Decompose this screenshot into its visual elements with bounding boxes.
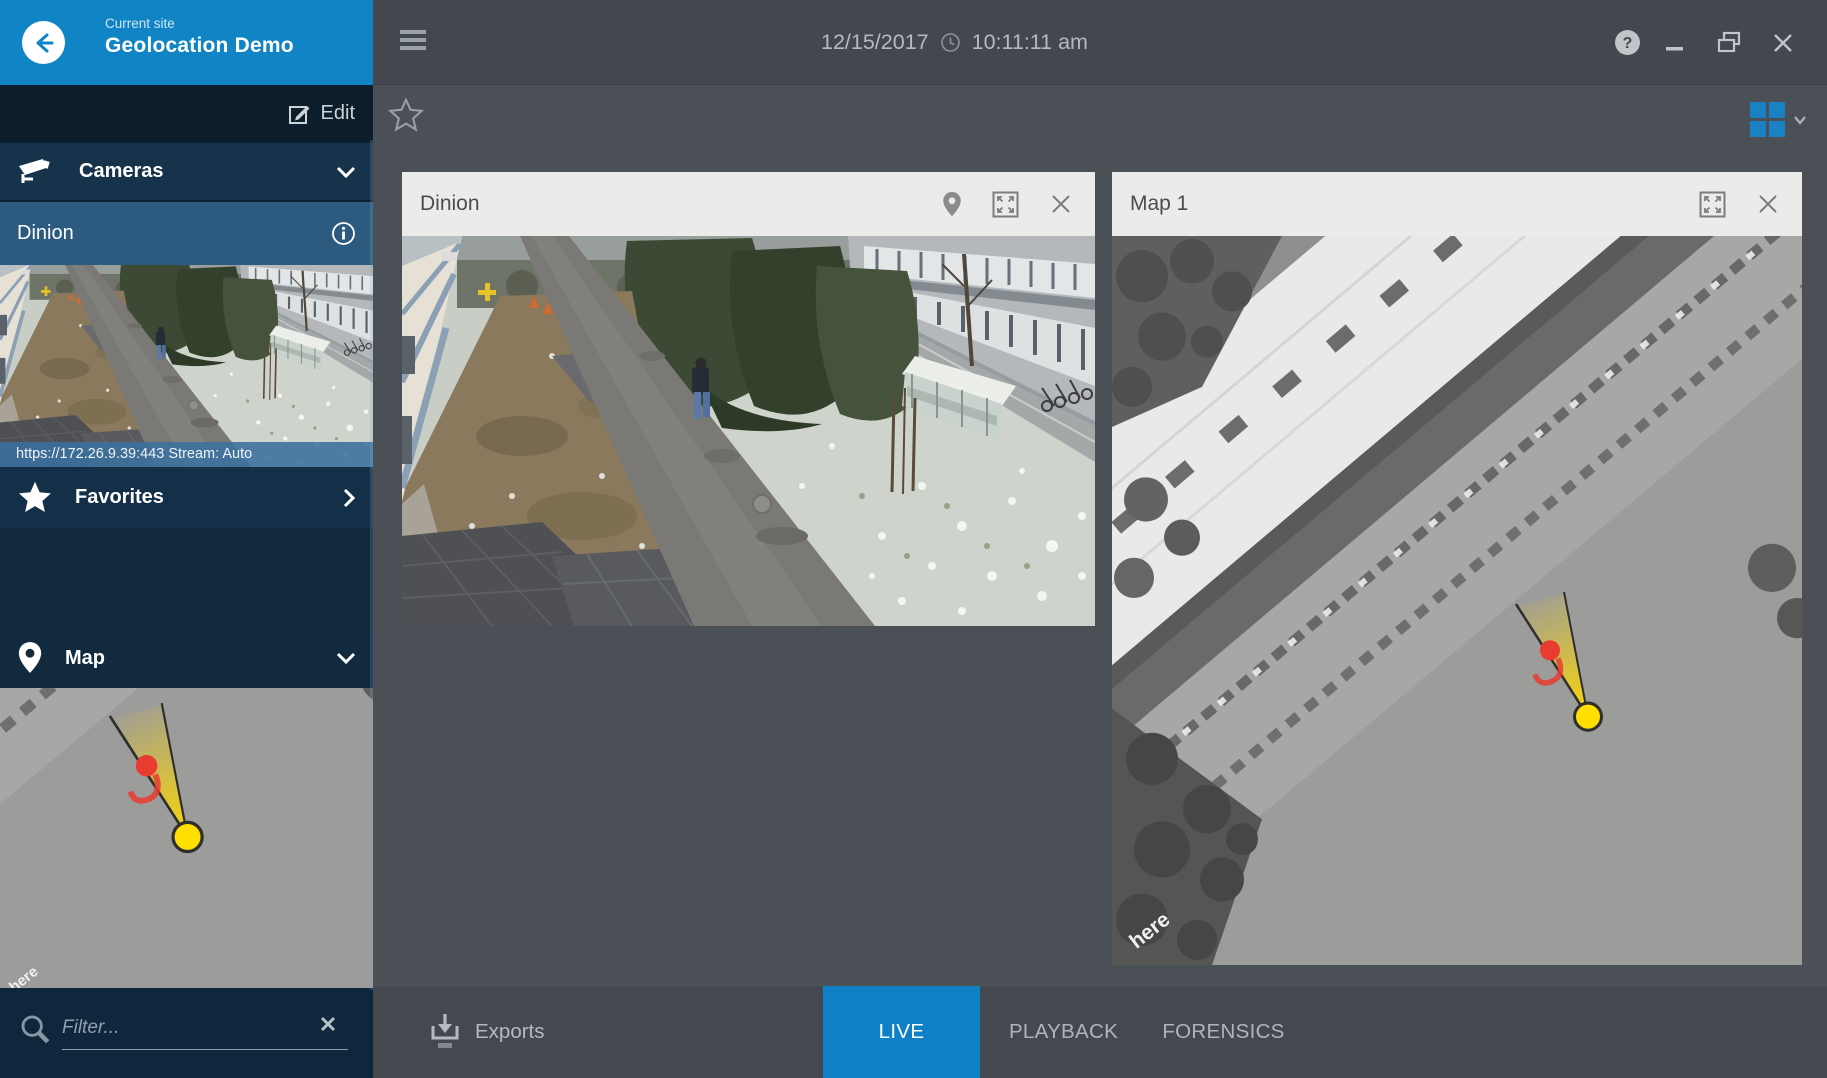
map-view[interactable]: here [1112,236,1802,965]
edit-button[interactable]: Edit [288,102,355,126]
help-icon: ? [1614,29,1641,56]
exports-button[interactable]: Exports [429,986,545,1078]
expand-icon [992,191,1019,218]
star-icon [17,481,53,515]
site-header: Current site Geolocation Demo [0,0,373,85]
edit-icon [288,102,312,126]
map-thumbnail-image [0,688,373,988]
menu-button[interactable] [400,30,428,54]
close-icon [1771,31,1795,55]
help-button[interactable]: ? [1607,0,1647,85]
tab-live[interactable]: LIVE [823,986,980,1078]
cctv-camera-icon [17,158,57,186]
minimize-button[interactable] [1655,0,1695,85]
search-icon [18,1012,52,1046]
site-block: Current site Geolocation Demo [105,16,294,58]
tab-forensics[interactable]: FORENSICS [1145,986,1302,1078]
favorite-toggle-button[interactable] [388,98,424,133]
site-name: Geolocation Demo [105,34,294,58]
map-panel-header[interactable]: Map 1 [1112,172,1802,236]
map-pin-icon [17,641,43,675]
camera-panel-title: Dinion [420,192,480,216]
map-aerial-image [1112,236,1802,965]
cameras-label: Cameras [79,160,164,183]
sidebar-item-map[interactable]: Map [0,628,373,688]
close-icon [1049,192,1073,216]
bottom-bar: Exports LIVE PLAYBACK FORENSICS [373,985,1827,1078]
back-button[interactable] [22,21,65,64]
info-icon[interactable] [331,221,356,246]
hamburger-icon [400,30,426,34]
filter-input[interactable] [62,1006,348,1050]
close-tile-button[interactable] [1049,192,1073,216]
main-content: Dinion [373,85,1827,1078]
sidebar-item-cameras[interactable]: Cameras [0,143,373,200]
edit-row: Edit [0,85,373,142]
restore-button[interactable] [1709,0,1749,85]
camera-name: Dinion [17,222,74,245]
map-thumbnail[interactable]: here [0,688,373,988]
camera-panel-header[interactable]: Dinion [402,172,1095,236]
sidebar: Edit Cameras Dinion https://172.26.9.39:… [0,85,373,1078]
clock-icon [940,32,961,53]
camera-panel: Dinion [402,172,1095,626]
camera-video-image [402,236,1095,626]
time-text: 10:11:11 am [972,30,1088,55]
back-arrow-icon [31,30,57,56]
restore-icon [1716,30,1742,56]
minimize-icon [1664,32,1686,54]
close-tile-button[interactable] [1756,192,1780,216]
datetime: 12/15/2017 10:11:11 am [821,0,1088,85]
svg-text:?: ? [1622,35,1632,52]
title-bar: 12/15/2017 10:11:11 am ? [373,0,1827,85]
edit-label: Edit [321,102,355,125]
sidebar-spacer [0,528,373,628]
layout-selector-button[interactable] [1749,101,1807,138]
stream-info: https://172.26.9.39:443 Stream: Auto [0,442,373,467]
star-outline-icon [388,98,424,133]
date-text: 12/15/2017 [821,30,929,55]
favorites-label: Favorites [75,486,164,509]
site-label: Current site [105,16,294,31]
maximize-tile-button[interactable] [1699,191,1726,218]
clear-x-icon [318,1014,338,1034]
close-button[interactable] [1763,0,1803,85]
maximize-tile-button[interactable] [992,191,1019,218]
tab-playback[interactable]: PLAYBACK [985,986,1142,1078]
sidebar-item-camera-dinion[interactable]: Dinion [0,202,373,265]
map-label: Map [65,647,105,670]
map-panel: Map 1 [1112,172,1802,965]
layout-grid-icon [1749,101,1786,138]
filter-area [0,988,373,1078]
clear-filter-button[interactable] [318,1014,338,1034]
map-pin-icon [942,191,962,218]
chevron-down-icon [1793,115,1807,125]
expand-icon [1699,191,1726,218]
camera-video[interactable] [402,236,1095,626]
camera-thumbnail[interactable]: https://172.26.9.39:443 Stream: Auto [0,265,373,467]
close-icon [1756,192,1780,216]
download-icon [429,1012,461,1052]
chevron-right-icon [342,488,356,508]
camera-thumbnail-image [0,265,373,467]
chevron-down-icon [336,651,356,665]
chevron-down-icon [336,165,356,179]
map-panel-title: Map 1 [1130,192,1188,216]
exports-label: Exports [475,1020,545,1044]
sidebar-item-favorites[interactable]: Favorites [0,467,373,528]
show-on-map-button[interactable] [942,191,962,218]
